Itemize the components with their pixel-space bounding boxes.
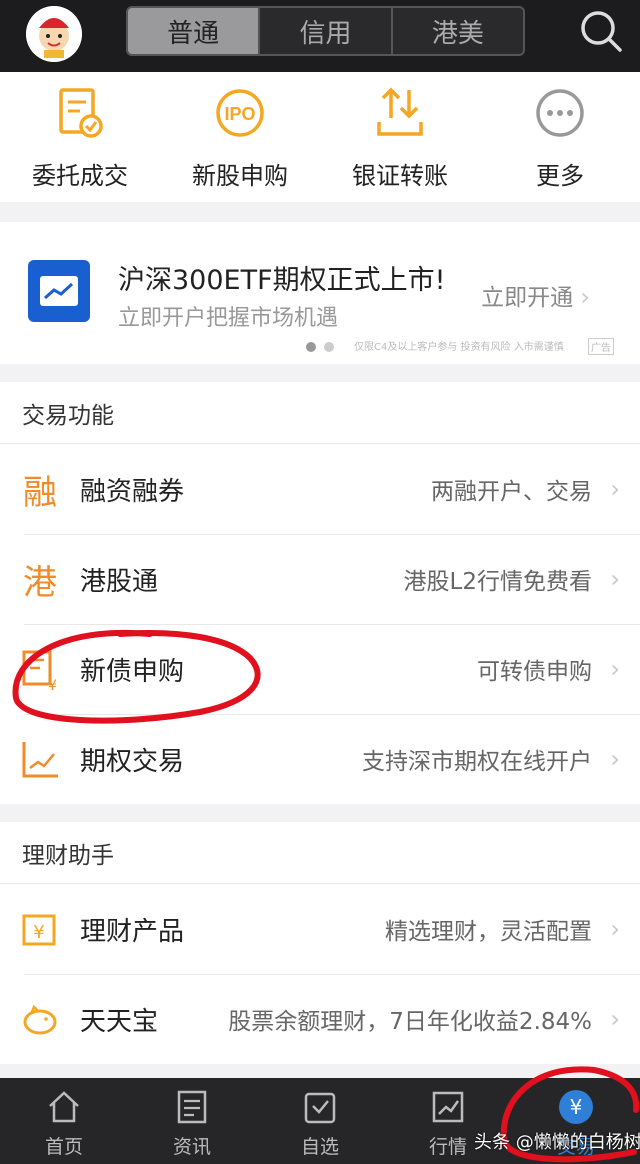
chevron-right-icon: › xyxy=(610,915,620,943)
row-new-bond-subscription[interactable]: ¥ 新债申购 可转债申购 › xyxy=(0,624,640,714)
nav-label: 首页 xyxy=(44,1136,83,1158)
ipo-icon: IPO xyxy=(216,89,264,137)
banner-title: 沪深300ETF期权正式上市! xyxy=(118,265,446,296)
margin-icon: 融 xyxy=(23,472,57,513)
banner-link-label: 立即开通 xyxy=(481,285,574,311)
options-chart-icon xyxy=(20,736,60,782)
tab-hk-us[interactable]: 港美 xyxy=(393,8,523,54)
row-description: 精选理财，灵活配置 xyxy=(385,919,592,945)
quick-action-transfer[interactable]: 银证转账 xyxy=(320,72,480,202)
row-hk-connect[interactable]: 港 港股通 港股L2行情免费看 › xyxy=(0,534,640,624)
top-bar: 普通 信用 港美 xyxy=(0,0,640,72)
search-icon[interactable] xyxy=(578,8,624,54)
avatar[interactable] xyxy=(26,6,82,62)
carousel-dot[interactable] xyxy=(324,342,334,352)
nav-news[interactable]: 资讯 xyxy=(128,1078,256,1164)
row-description: 港股L2行情免费看 xyxy=(403,569,592,595)
row-title: 天天宝 xyxy=(80,1006,159,1037)
chevron-right-icon: › xyxy=(610,745,620,773)
tab-credit[interactable]: 信用 xyxy=(260,8,393,54)
row-tiantianbao[interactable]: 天天宝 股票余额理财，7日年化收益2.84% › xyxy=(0,974,640,1064)
finance-assistant-section: 理财助手 ¥ 理财产品 精选理财，灵活配置 › 天天宝 股票余额理财，7日年化收… xyxy=(0,822,640,1064)
quick-action-label: 更多 xyxy=(536,162,584,190)
quick-action-label: 委托成交 xyxy=(32,162,128,190)
nav-label: 行情 xyxy=(428,1136,467,1158)
quick-action-label: 新股申购 xyxy=(192,162,288,190)
row-title: 理财产品 xyxy=(80,916,185,947)
chevron-right-icon: › xyxy=(610,565,620,593)
row-description: 可转债申购 xyxy=(477,659,592,685)
banner-subtitle: 立即开户把握市场机遇 xyxy=(118,306,339,331)
account-type-segmented-control: 普通 信用 港美 xyxy=(126,6,525,56)
chevron-right-icon: › xyxy=(580,283,590,311)
row-title: 融资融券 xyxy=(80,476,185,507)
yen-icon: ¥ xyxy=(559,1090,593,1124)
chart-card-icon xyxy=(28,260,90,322)
row-title: 期权交易 xyxy=(80,746,185,777)
risk-disclaimer: 仅限C4及以上客户参与 投资有风险 入市需谨慎 xyxy=(354,342,564,353)
market-icon xyxy=(432,1091,464,1123)
svg-text:IPO: IPO xyxy=(224,104,255,124)
more-icon xyxy=(536,89,584,137)
watchlist-icon xyxy=(304,1092,336,1124)
quick-action-orders[interactable]: 委托成交 xyxy=(0,72,160,202)
chevron-right-icon: › xyxy=(610,655,620,683)
bond-icon: ¥ xyxy=(20,646,60,692)
tab-normal[interactable]: 普通 xyxy=(128,8,261,54)
nav-label: 资讯 xyxy=(172,1136,211,1158)
wealth-product-icon: ¥ xyxy=(20,906,60,952)
svg-text:¥: ¥ xyxy=(48,678,57,692)
transfer-icon xyxy=(377,87,423,136)
svg-text:¥: ¥ xyxy=(33,922,44,943)
chevron-right-icon: › xyxy=(610,1005,620,1033)
svg-text:¥: ¥ xyxy=(570,1095,583,1119)
quick-action-ipo[interactable]: IPO 新股申购 xyxy=(160,72,320,202)
carousel-dot[interactable] xyxy=(306,342,316,352)
row-title: 港股通 xyxy=(80,566,159,597)
row-title: 新债申购 xyxy=(80,656,185,687)
section-heading: 交易功能 xyxy=(0,382,640,444)
section-heading: 理财助手 xyxy=(0,822,640,884)
row-margin-trading[interactable]: 融 融资融券 两融开户、交易 › xyxy=(0,444,640,534)
quick-action-more[interactable]: 更多 xyxy=(480,72,640,202)
ad-tag: 广告 xyxy=(588,338,614,355)
trade-functions-section: 交易功能 融 融资融券 两融开户、交易 › 港 港股通 港股L2行情免费看 › … xyxy=(0,382,640,804)
watermark: 头条 @懒懒的白杨树 xyxy=(474,1132,640,1153)
row-options-trading[interactable]: 期权交易 支持深市期权在线开户 › xyxy=(0,714,640,804)
row-description: 支持深市期权在线开户 xyxy=(362,749,592,775)
nav-label: 自选 xyxy=(300,1136,339,1158)
quick-action-label: 银证转账 xyxy=(352,162,448,190)
chevron-right-icon: › xyxy=(610,475,620,503)
piggy-bank-icon xyxy=(20,996,60,1042)
hk-connect-icon: 港 xyxy=(23,562,57,603)
row-description: 股票余额理财，7日年化收益2.84% xyxy=(228,1009,592,1035)
row-description: 两融开户、交易 xyxy=(431,479,592,505)
news-icon xyxy=(177,1090,207,1124)
banner-open-link[interactable]: 立即开通 › xyxy=(481,278,590,312)
mascot-icon xyxy=(26,6,82,62)
row-wealth-products[interactable]: ¥ 理财产品 精选理财，灵活配置 › xyxy=(0,884,640,974)
home-icon xyxy=(49,1091,79,1123)
nav-watchlist[interactable]: 自选 xyxy=(256,1078,384,1164)
carousel-dots[interactable] xyxy=(306,342,334,352)
quick-actions: 委托成交 IPO 新股申购 银证转账 更多 xyxy=(0,72,640,202)
order-icon xyxy=(59,88,103,138)
nav-home[interactable]: 首页 xyxy=(0,1078,128,1164)
